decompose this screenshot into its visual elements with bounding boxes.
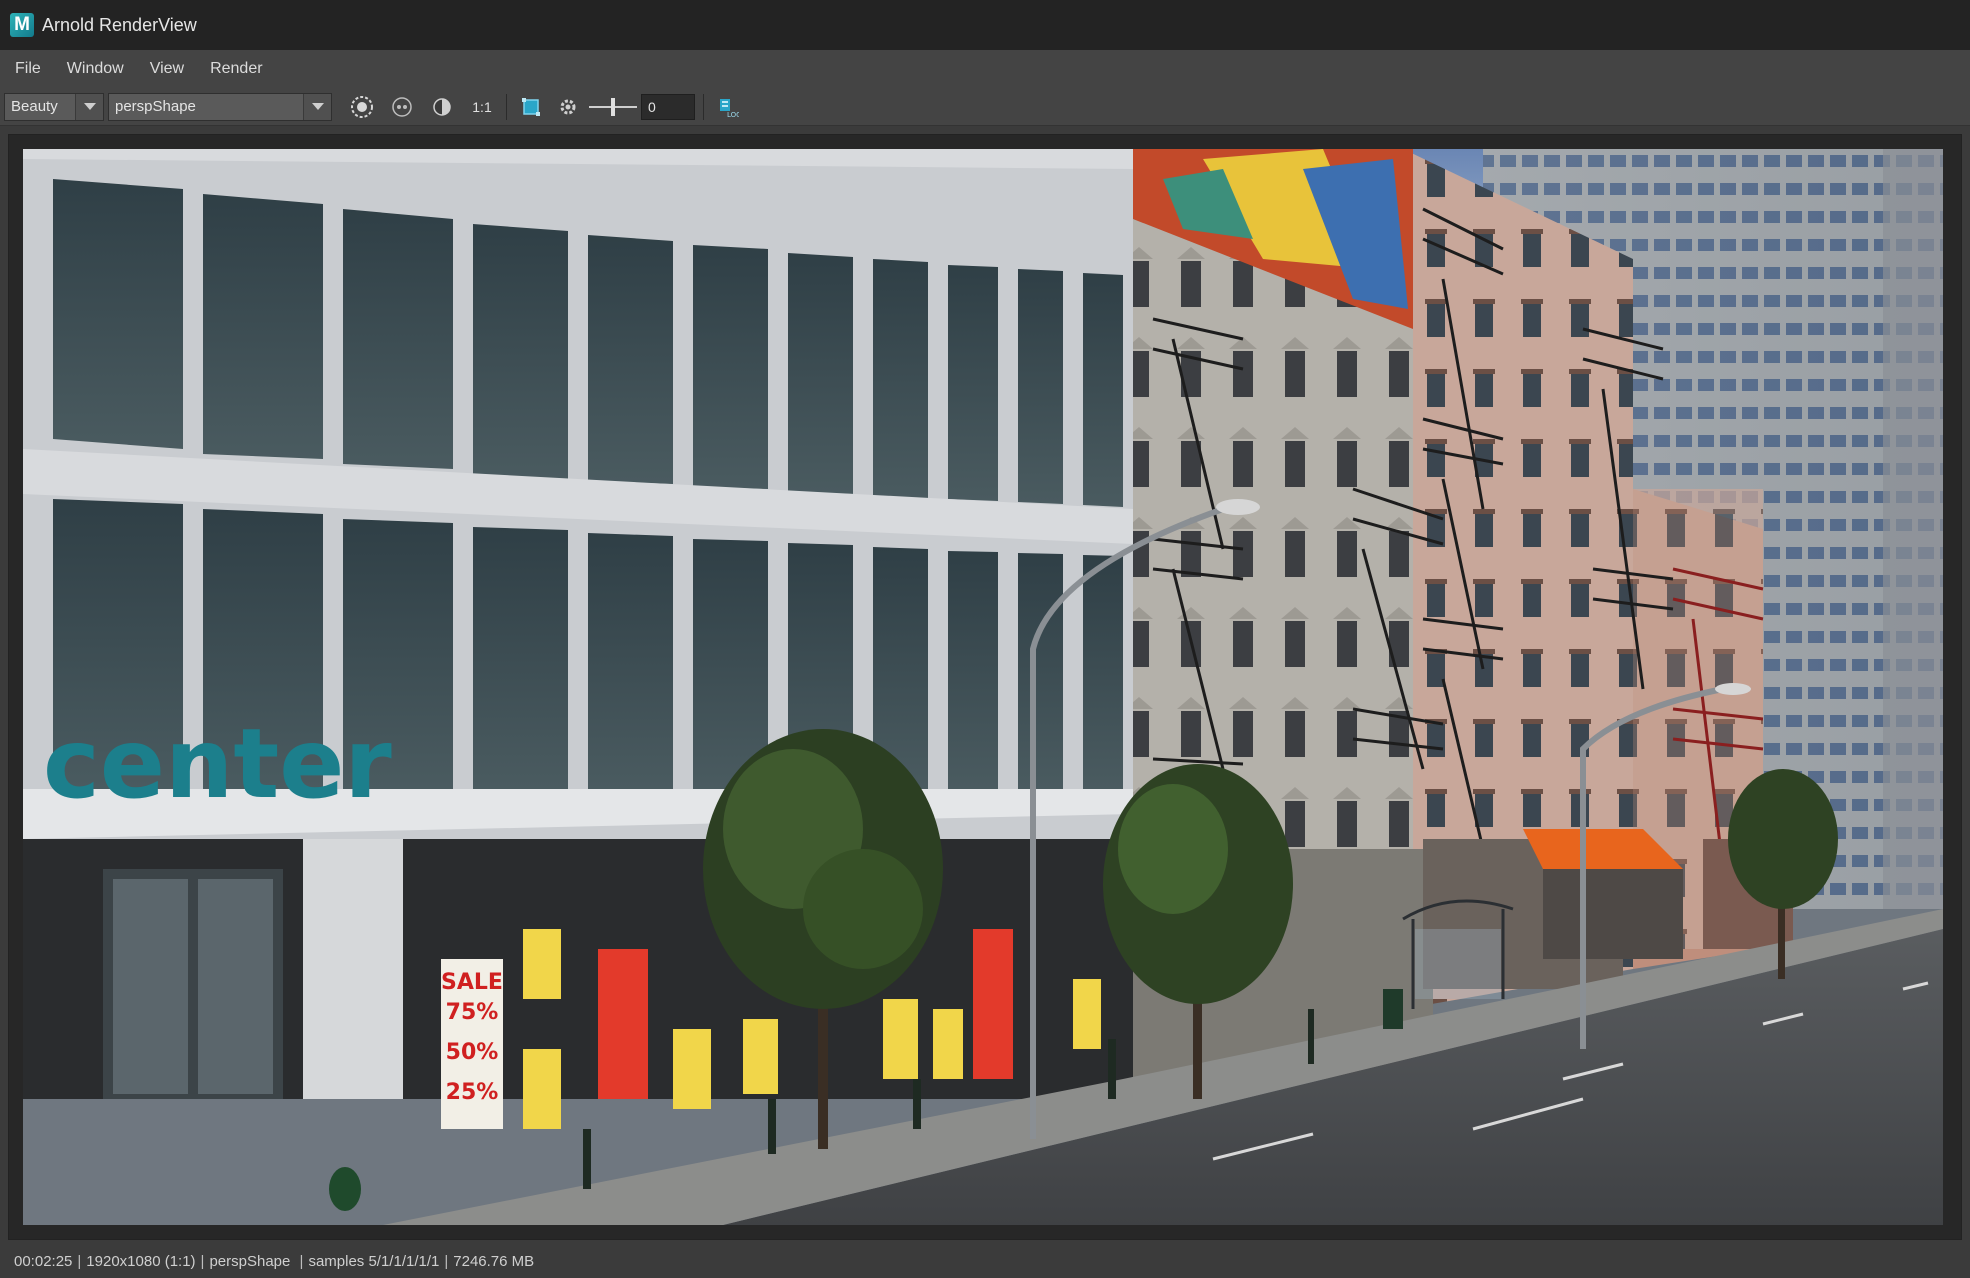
render-samples: samples 5/1/1/1/1/1 [308,1252,440,1270]
status-divider: | [295,1252,304,1270]
aov-dropdown[interactable]: Beauty [4,92,104,121]
rendered-street-scene: center SALE 75% 50% 25% [23,149,1943,1225]
gear-icon[interactable] [553,92,583,122]
status-divider: | [444,1252,449,1270]
rgb-channels-icon[interactable] [387,92,417,122]
maya-logo-icon: M [10,13,34,37]
menu-view[interactable]: View [141,56,193,82]
svg-text:75%: 75% [446,1000,499,1025]
render-memory: 7246.76 MB [453,1252,535,1270]
ratio-label: 1:1 [472,98,492,115]
menu-render[interactable]: Render [201,56,271,82]
menu-window[interactable]: Window [58,56,133,82]
status-divider: | [77,1252,82,1270]
status-divider: | [200,1252,205,1270]
menu-file[interactable]: File [6,56,50,82]
render-resolution: 1920x1080 (1:1) [86,1252,196,1270]
ratio-button[interactable]: 1:1 [467,92,497,122]
exposure-input[interactable] [641,93,695,120]
render-image[interactable]: center SALE 75% 50% 25% [23,149,1943,1225]
toolbar-divider [703,93,704,120]
render-time: 00:02:25 [14,1252,73,1270]
exposure-slider[interactable] [589,93,637,121]
status-bar: 00:02:25 | 1920x1080 (1:1) | perspShape … [0,1244,1970,1278]
half-circle-icon[interactable] [427,92,457,122]
arnold-renderview-window: M Arnold RenderView File Window View Ren… [0,0,1970,1278]
log-icon[interactable]: LOG [713,92,743,122]
svg-text:50%: 50% [446,1040,499,1065]
region-crop-icon[interactable] [516,92,546,122]
title-bar: M Arnold RenderView [0,0,1970,50]
chevron-down-icon[interactable] [75,93,103,120]
toolbar: Beauty perspShape 1:1 0 LOG [0,88,1970,126]
render-viewport[interactable]: center SALE 75% 50% 25% [8,134,1962,1240]
aov-dropdown-value: Beauty [11,98,58,115]
svg-text:25%: 25% [446,1080,499,1105]
chevron-down-icon[interactable] [303,93,331,120]
svg-text:LOG: LOG [727,111,739,118]
toolbar-divider [506,93,507,120]
window-title: Arnold RenderView [42,14,197,35]
camera-dropdown[interactable]: perspShape [108,92,332,121]
crosshair-ring-icon[interactable] [347,92,377,122]
camera-dropdown-value: perspShape [115,98,196,115]
svg-text:SALE: SALE [441,970,503,995]
render-camera: perspShape [209,1252,291,1270]
center-sign: center [43,708,392,820]
menu-bar: File Window View Render [0,50,1970,88]
slider-handle[interactable] [611,97,615,116]
